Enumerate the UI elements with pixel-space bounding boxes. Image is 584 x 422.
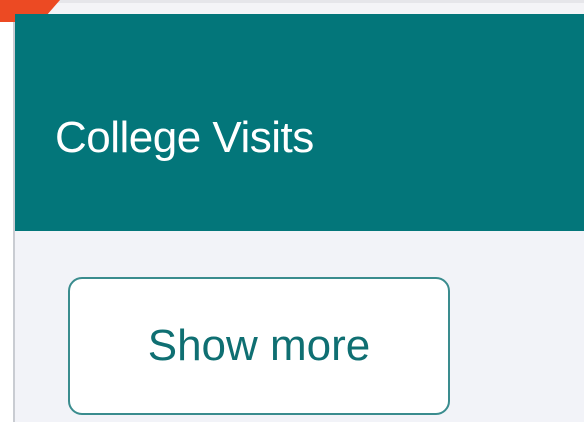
page: College Visits Show more [0, 0, 584, 422]
left-gutter [0, 0, 14, 422]
show-more-button[interactable]: Show more [68, 277, 450, 415]
card-header: College Visits [15, 14, 584, 231]
college-visits-card: College Visits Show more [15, 14, 584, 422]
top-strip [0, 0, 584, 14]
top-divider [0, 0, 584, 3]
card-body: Show more [15, 231, 584, 422]
card-title: College Visits [55, 113, 314, 162]
